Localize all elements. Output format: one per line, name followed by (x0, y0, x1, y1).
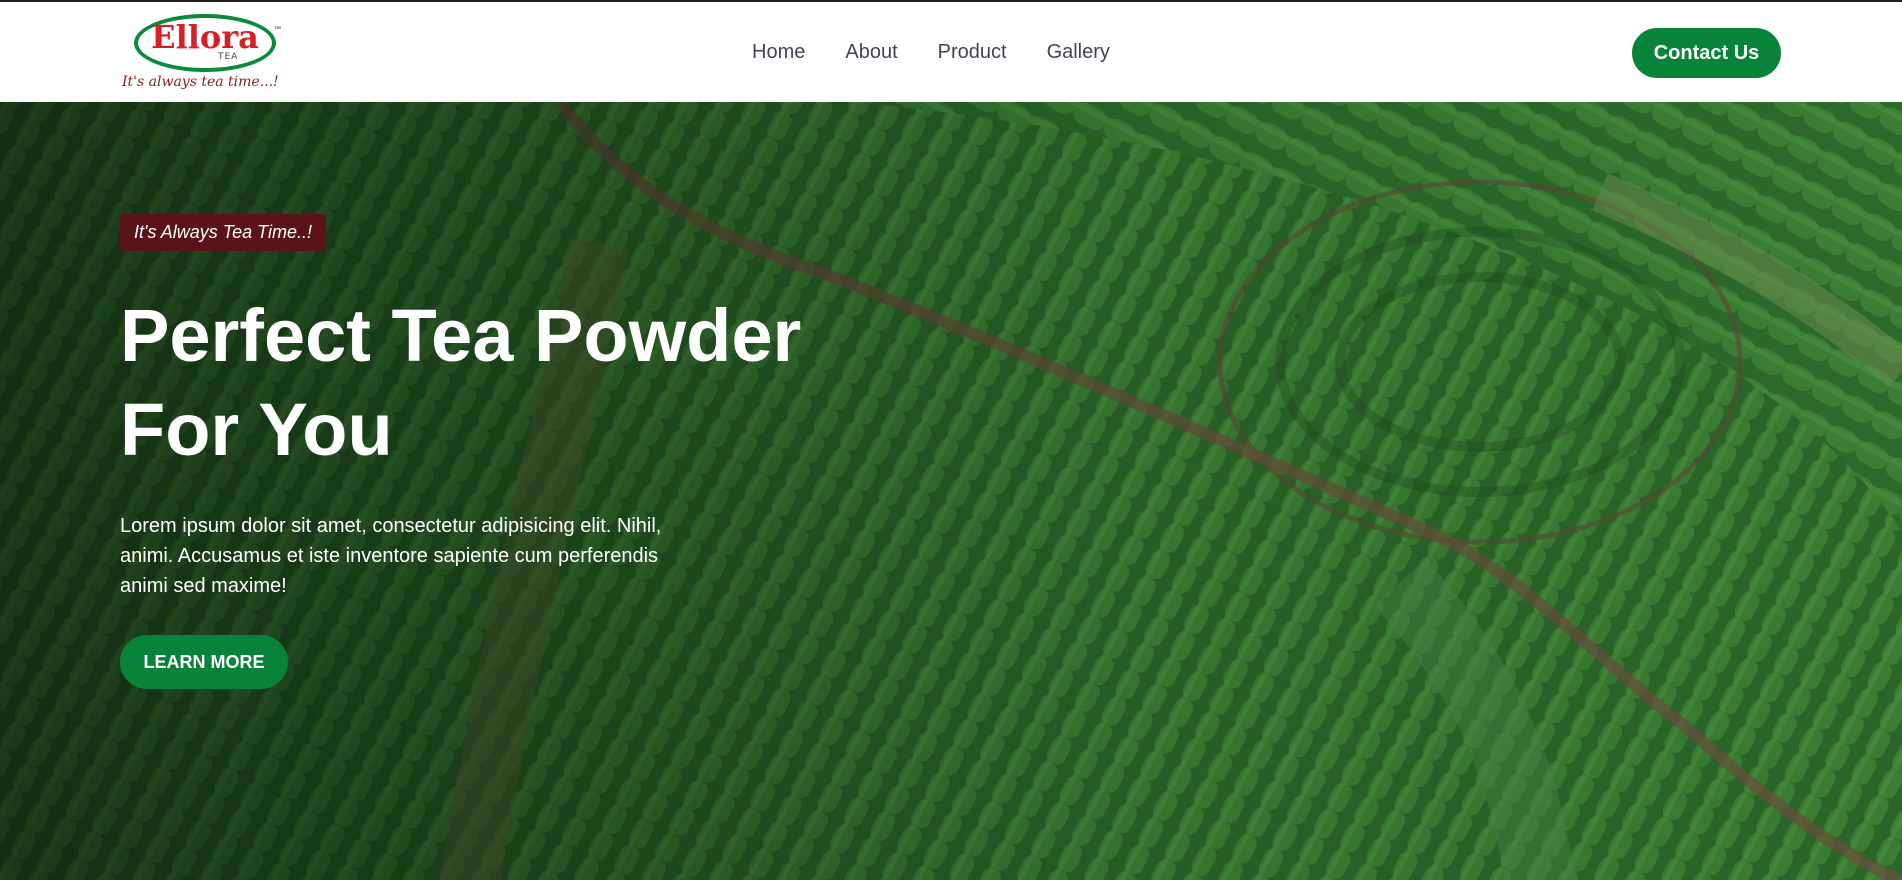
hero-description: Lorem ipsum dolor sit amet, consectetur … (120, 515, 662, 597)
hero-content: It's Always Tea Time..! Perfect Tea Powd… (120, 214, 820, 689)
nav-item-home[interactable]: Home (752, 41, 805, 64)
nav-item-gallery[interactable]: Gallery (1047, 41, 1110, 64)
logo-wordmark: Ellora (151, 18, 259, 56)
nav-item-product[interactable]: Product (938, 41, 1007, 64)
hero-title-line-2: For You (120, 388, 393, 471)
hero-title-line-1: Perfect Tea Powder (120, 294, 802, 377)
learn-more-button[interactable]: LEARN MORE (120, 635, 288, 689)
page: Ellora TEA ™ It's always tea time...! Ho… (0, 0, 1902, 880)
logo-trademark: ™ (274, 26, 281, 33)
hero-section: It's Always Tea Time..! Perfect Tea Powd… (0, 102, 1902, 880)
logo-tagline: It's always tea time...! (122, 74, 279, 90)
nav-item-about[interactable]: About (845, 41, 897, 64)
contact-us-button[interactable]: Contact Us (1632, 28, 1781, 78)
brand-logo[interactable]: Ellora TEA ™ It's always tea time...! (122, 12, 292, 92)
main-nav: Home About Product Gallery (752, 2, 1110, 102)
hero-badge: It's Always Tea Time..! (120, 214, 326, 251)
site-header: Ellora TEA ™ It's always tea time...! Ho… (0, 2, 1902, 102)
hero-title: Perfect Tea Powder For You (120, 289, 820, 477)
logo-subtext: TEA (218, 52, 239, 62)
